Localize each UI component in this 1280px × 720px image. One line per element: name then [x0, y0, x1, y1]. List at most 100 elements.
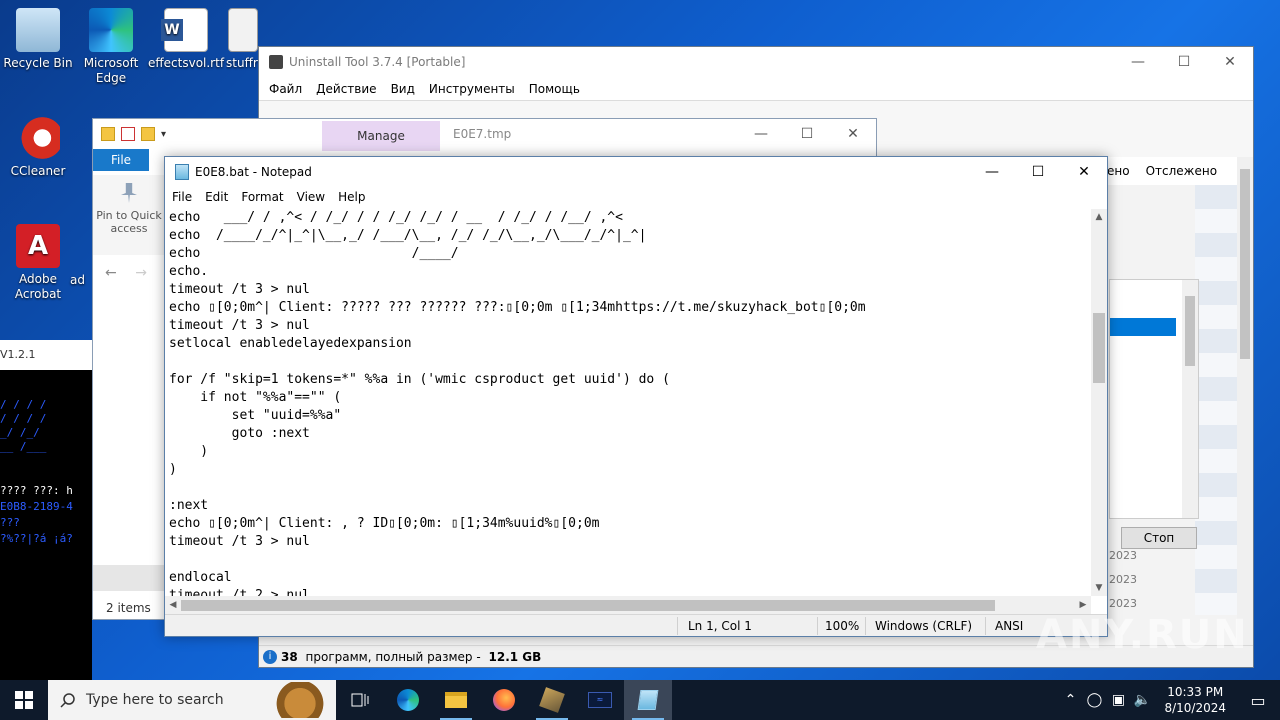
scroll-left-icon[interactable]: ◀	[165, 596, 181, 614]
menu-help[interactable]: Help	[338, 190, 365, 204]
close-button[interactable]: ✕	[1061, 157, 1107, 187]
desktop-icon-label: Adobe Acrobat	[14, 272, 62, 301]
date-cell: 2023	[1109, 549, 1137, 562]
menu-view[interactable]: Вид	[391, 82, 415, 96]
menu-edit[interactable]: Edit	[205, 190, 228, 204]
taskbar-uninstall-tool[interactable]	[528, 680, 576, 720]
properties-icon[interactable]	[121, 127, 135, 141]
taskbar-edge[interactable]	[384, 680, 432, 720]
window-title: E0E8.bat - Notepad	[195, 165, 312, 179]
desktop-icon-label: Recycle Bin	[3, 56, 73, 70]
editor-content: echo ___/ / ,^< / /_/ / / /_/ /_/ / __ /…	[165, 209, 1091, 596]
editor-line: for /f "skip=1 tokens=*" %%a in ('wmic c…	[169, 372, 670, 387]
column-header-tracked[interactable]: Отслежено	[1138, 164, 1225, 178]
scroll-down-icon[interactable]: ▼	[1091, 580, 1107, 596]
search-icon	[60, 693, 75, 708]
desktop-icon-recycle-bin[interactable]: Recycle Bin	[0, 8, 76, 71]
scrollbar-thumb[interactable]	[1093, 313, 1105, 383]
meet-now-icon[interactable]: ◯	[1082, 692, 1106, 708]
console-window[interactable]: / / / / / / / / _/ /_/__ /___ ???? ???: h …	[0, 370, 92, 680]
minimize-button[interactable]: —	[969, 157, 1015, 187]
window-title: E0E7.tmp	[453, 127, 512, 141]
start-button[interactable]	[0, 680, 48, 720]
line-ending: Windows (CRLF)	[875, 619, 973, 633]
notepad-status-bar: Ln 1, Col 1 100% Windows (CRLF) ANSI	[165, 614, 1107, 636]
folder-icon	[445, 692, 467, 708]
menu-tools[interactable]: Инструменты	[429, 82, 515, 96]
task-view-icon	[351, 693, 369, 707]
search-highlight-image	[268, 682, 332, 718]
forward-arrow-icon[interactable]: →	[135, 265, 147, 281]
close-button[interactable]: ✕	[830, 119, 876, 149]
clock-time: 10:33 PM	[1167, 685, 1224, 699]
uninstall-tool-menubar: Файл Действие Вид Инструменты Помощь	[259, 77, 1253, 101]
notepad-window[interactable]: E0E8.bat - Notepad — ☐ ✕ File Edit Forma…	[164, 156, 1108, 637]
minimize-button[interactable]: —	[738, 119, 784, 149]
pin-to-quick-access-button[interactable]: Pin to Quick access	[93, 175, 165, 255]
menu-help[interactable]: Помощь	[529, 82, 580, 96]
search-placeholder: Type here to search	[86, 692, 224, 708]
close-button[interactable]: ✕	[1207, 47, 1253, 77]
minimize-button[interactable]: —	[1115, 47, 1161, 77]
maximize-button[interactable]: ☐	[1161, 47, 1207, 77]
network-icon[interactable]: ▣	[1106, 692, 1130, 708]
editor-line: echo.	[169, 264, 209, 279]
task-view-button[interactable]	[336, 680, 384, 720]
console-version: V1.2.1	[0, 348, 36, 361]
cursor-position: Ln 1, Col 1	[688, 619, 752, 633]
taskbar-firefox[interactable]	[480, 680, 528, 720]
notification-icon[interactable]: ▭	[1236, 691, 1280, 710]
desktop-icon-ccleaner[interactable]: CCleaner	[0, 116, 76, 179]
taskbar-console[interactable]: ≈	[576, 680, 624, 720]
editor-line: goto :next	[169, 426, 310, 441]
desktop-icon-edge[interactable]: Microsoft Edge	[73, 8, 149, 86]
program-list-scrollbar[interactable]	[1237, 157, 1253, 647]
program-list[interactable]	[1195, 185, 1239, 615]
desktop-icon-adobe-acrobat[interactable]: Adobe Acrobat	[0, 224, 76, 302]
maximize-button[interactable]: ☐	[784, 119, 830, 149]
program-list-header: ено Отслежено	[1099, 157, 1239, 185]
desktop-icon-effectsvol[interactable]: effectsvol.rtf	[148, 8, 224, 71]
pin-label: Pin to Quick access	[96, 209, 162, 235]
stop-button[interactable]: Стоп	[1121, 527, 1197, 549]
uninstall-tool-app-icon	[269, 55, 283, 69]
scrollbar[interactable]	[1182, 280, 1198, 518]
editor-line: echo ▯[0;0m^| Client: , ? ID▯[0;0m: ▯[1;…	[169, 516, 600, 531]
scrollbar-thumb[interactable]	[1240, 169, 1250, 359]
taskbar-search-box[interactable]: Type here to search	[48, 680, 336, 720]
volume-icon[interactable]: 🔈	[1130, 692, 1154, 708]
desktop-icon-ad[interactable]: ad	[70, 273, 92, 288]
new-folder-icon[interactable]	[141, 127, 155, 141]
windows-logo-icon	[15, 691, 33, 709]
menu-format[interactable]: Format	[241, 190, 283, 204]
desktop-icon-stuffr[interactable]: stuffr	[226, 8, 260, 71]
maximize-button[interactable]: ☐	[1015, 157, 1061, 187]
editor-line: )	[169, 444, 209, 459]
firefox-icon	[493, 689, 515, 711]
editor-line: echo ___/ / ,^< / /_/ / / /_/ /_/ / __ /…	[169, 210, 623, 225]
window-title: Uninstall Tool 3.7.4 [Portable]	[289, 55, 466, 69]
scroll-up-icon[interactable]: ▲	[1091, 209, 1107, 225]
scrollbar-thumb[interactable]	[181, 600, 995, 611]
selected-row[interactable]	[1110, 318, 1176, 336]
editor-line: timeout /t 3 > nul	[169, 534, 310, 549]
horizontal-scrollbar[interactable]: ◀ ▶	[165, 596, 1091, 614]
vertical-scrollbar[interactable]: ▲ ▼	[1091, 209, 1107, 596]
notepad-menubar: File Edit Format View Help	[165, 187, 1107, 207]
clock-date: 8/10/2024	[1164, 701, 1226, 715]
clock[interactable]: 10:33 PM 8/10/2024	[1154, 684, 1236, 716]
taskbar-notepad[interactable]	[624, 680, 672, 720]
progress-list[interactable]	[1109, 279, 1199, 519]
menu-file[interactable]: Файл	[269, 82, 302, 96]
text-editor-area[interactable]: echo ___/ / ,^< / /_/ / / /_/ /_/ / __ /…	[165, 209, 1091, 596]
chevron-up-icon[interactable]: ⌃	[1058, 692, 1082, 708]
tab-file[interactable]: File	[93, 149, 149, 171]
back-arrow-icon[interactable]: ←	[105, 265, 117, 281]
tab-manage[interactable]: Manage	[322, 121, 440, 151]
menu-file[interactable]: File	[172, 190, 192, 204]
chevron-down-icon[interactable]: ▾	[161, 129, 166, 140]
menu-view[interactable]: View	[297, 190, 325, 204]
menu-action[interactable]: Действие	[316, 82, 376, 96]
taskbar-file-explorer[interactable]	[432, 680, 480, 720]
